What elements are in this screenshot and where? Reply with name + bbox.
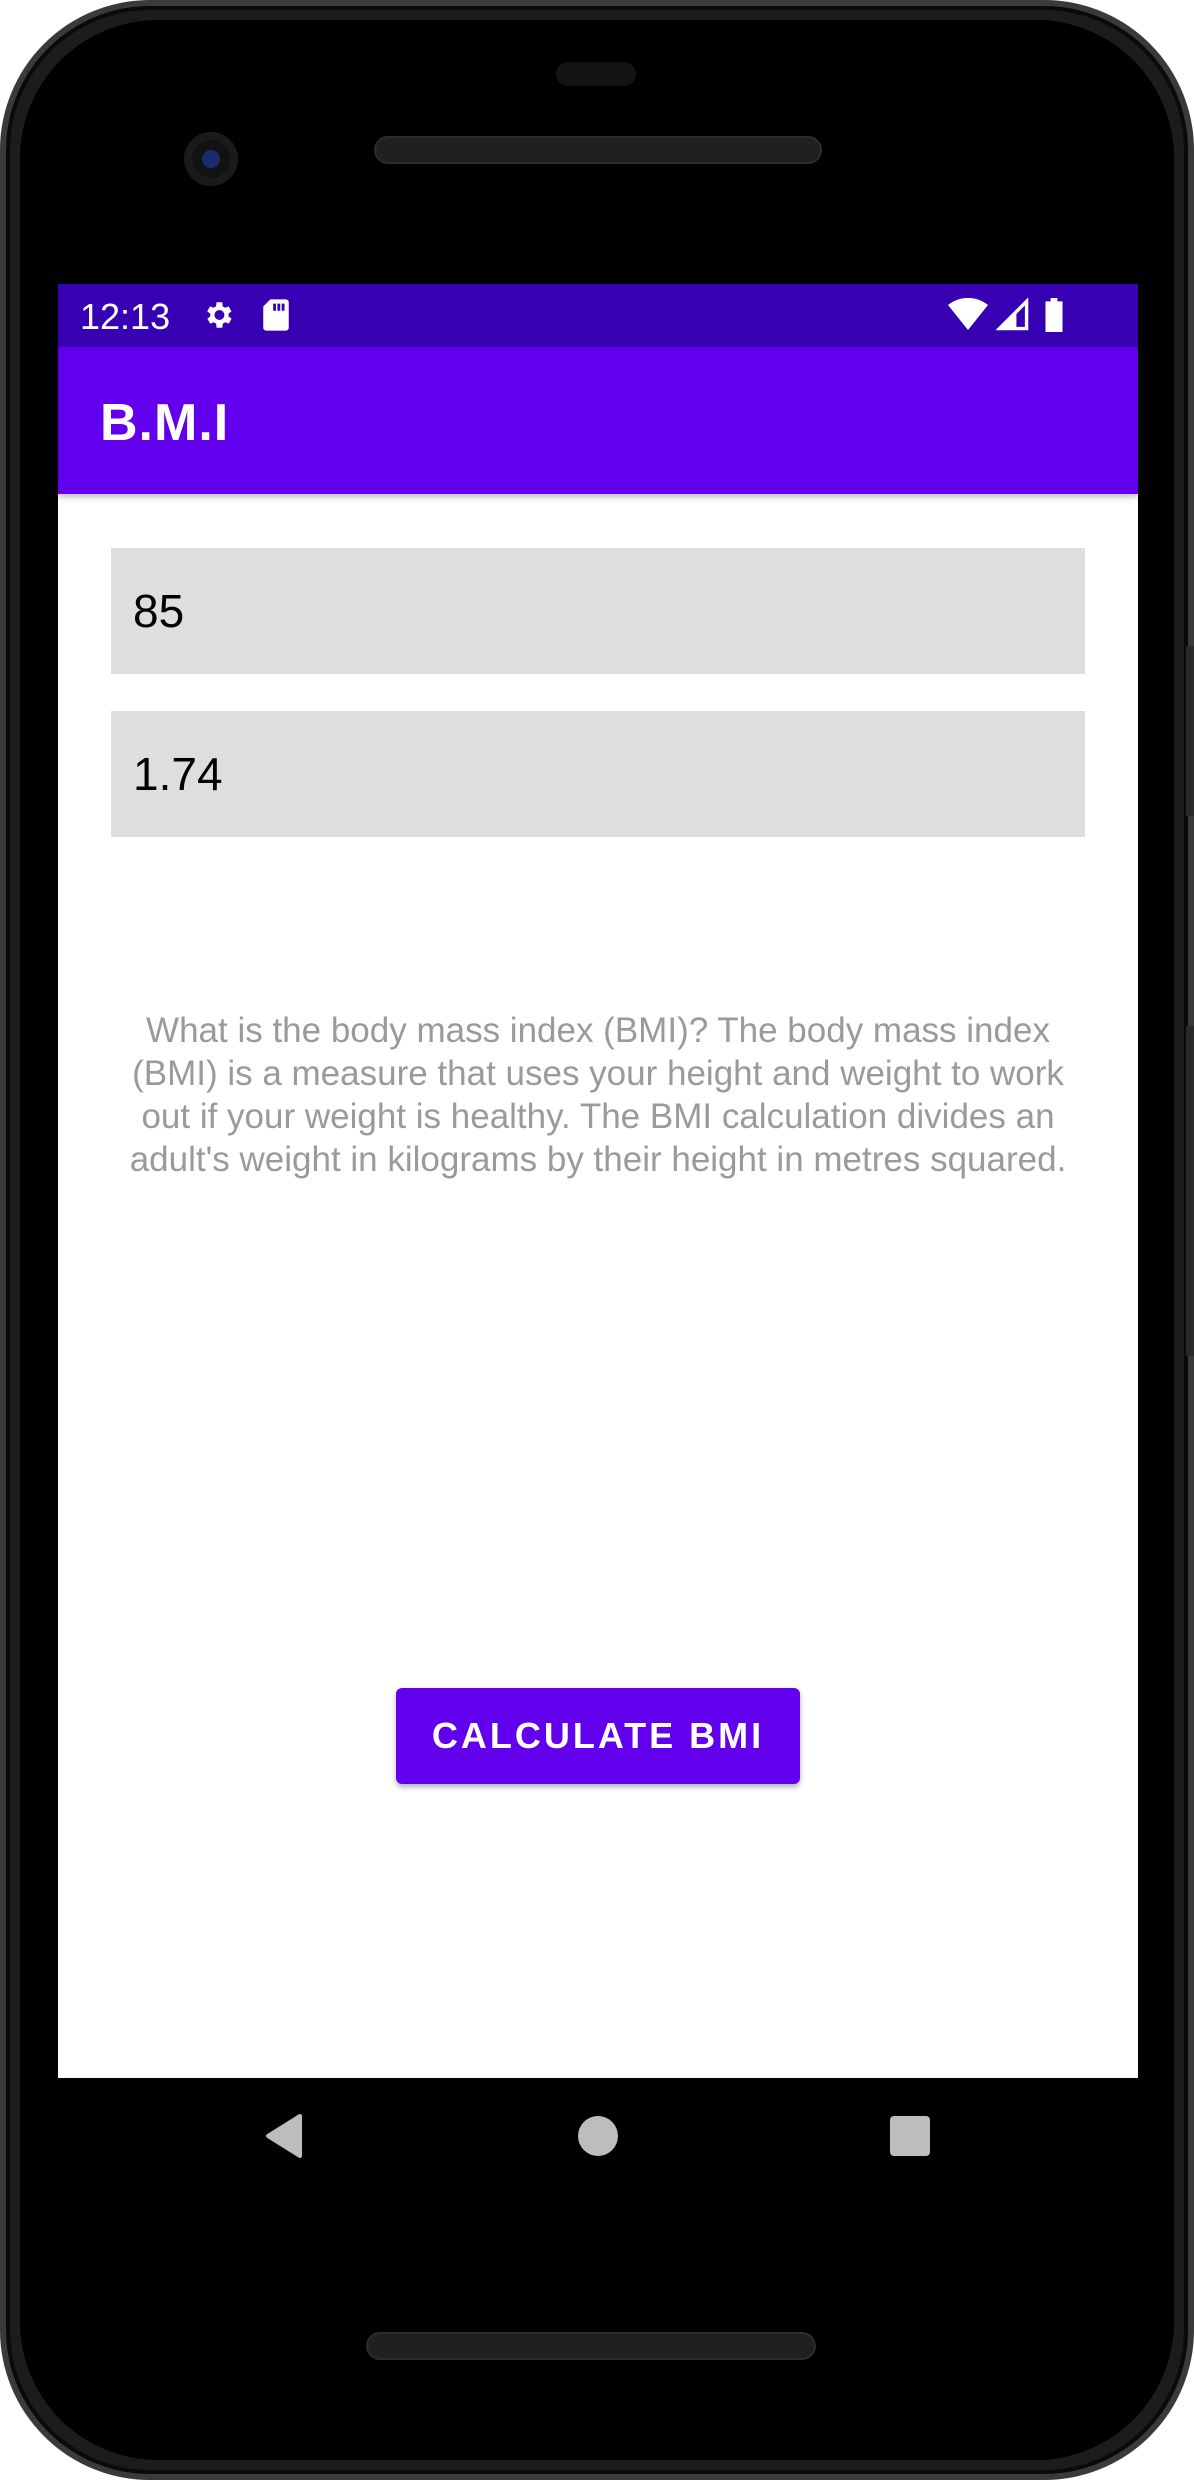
weight-input[interactable] — [111, 548, 1085, 674]
recents-icon[interactable] — [888, 2112, 932, 2165]
gear-icon — [201, 298, 235, 337]
sd-card-icon — [261, 298, 291, 337]
calculate-bmi-button[interactable]: CALCULATE BMI — [396, 1688, 800, 1784]
app-title: B.M.I — [100, 394, 230, 452]
earpiece-speaker — [374, 136, 822, 164]
status-bar: 12:13 — [58, 284, 1138, 347]
status-time: 12:13 — [80, 296, 171, 337]
bottom-speaker — [366, 2332, 816, 2360]
front-camera — [184, 132, 238, 186]
bmi-description: What is the body mass index (BMI)? The b… — [129, 1011, 1067, 1179]
power-button — [1186, 646, 1194, 816]
height-input[interactable] — [111, 711, 1085, 837]
battery-icon — [1043, 298, 1065, 337]
cell-signal-icon — [995, 297, 1030, 337]
wifi-icon — [948, 297, 988, 337]
back-icon[interactable] — [260, 2112, 304, 2165]
sensor — [556, 62, 636, 86]
app-bar: B.M.I — [58, 347, 1138, 494]
phone-frame: 12:13 B.M.I What is the body mass index … — [0, 0, 1194, 2480]
home-icon[interactable] — [576, 2112, 620, 2165]
app-screen: 12:13 B.M.I What is the body mass index … — [58, 284, 1138, 2078]
navigation-bar — [58, 2078, 1138, 2208]
volume-buttons — [1186, 1026, 1194, 1356]
